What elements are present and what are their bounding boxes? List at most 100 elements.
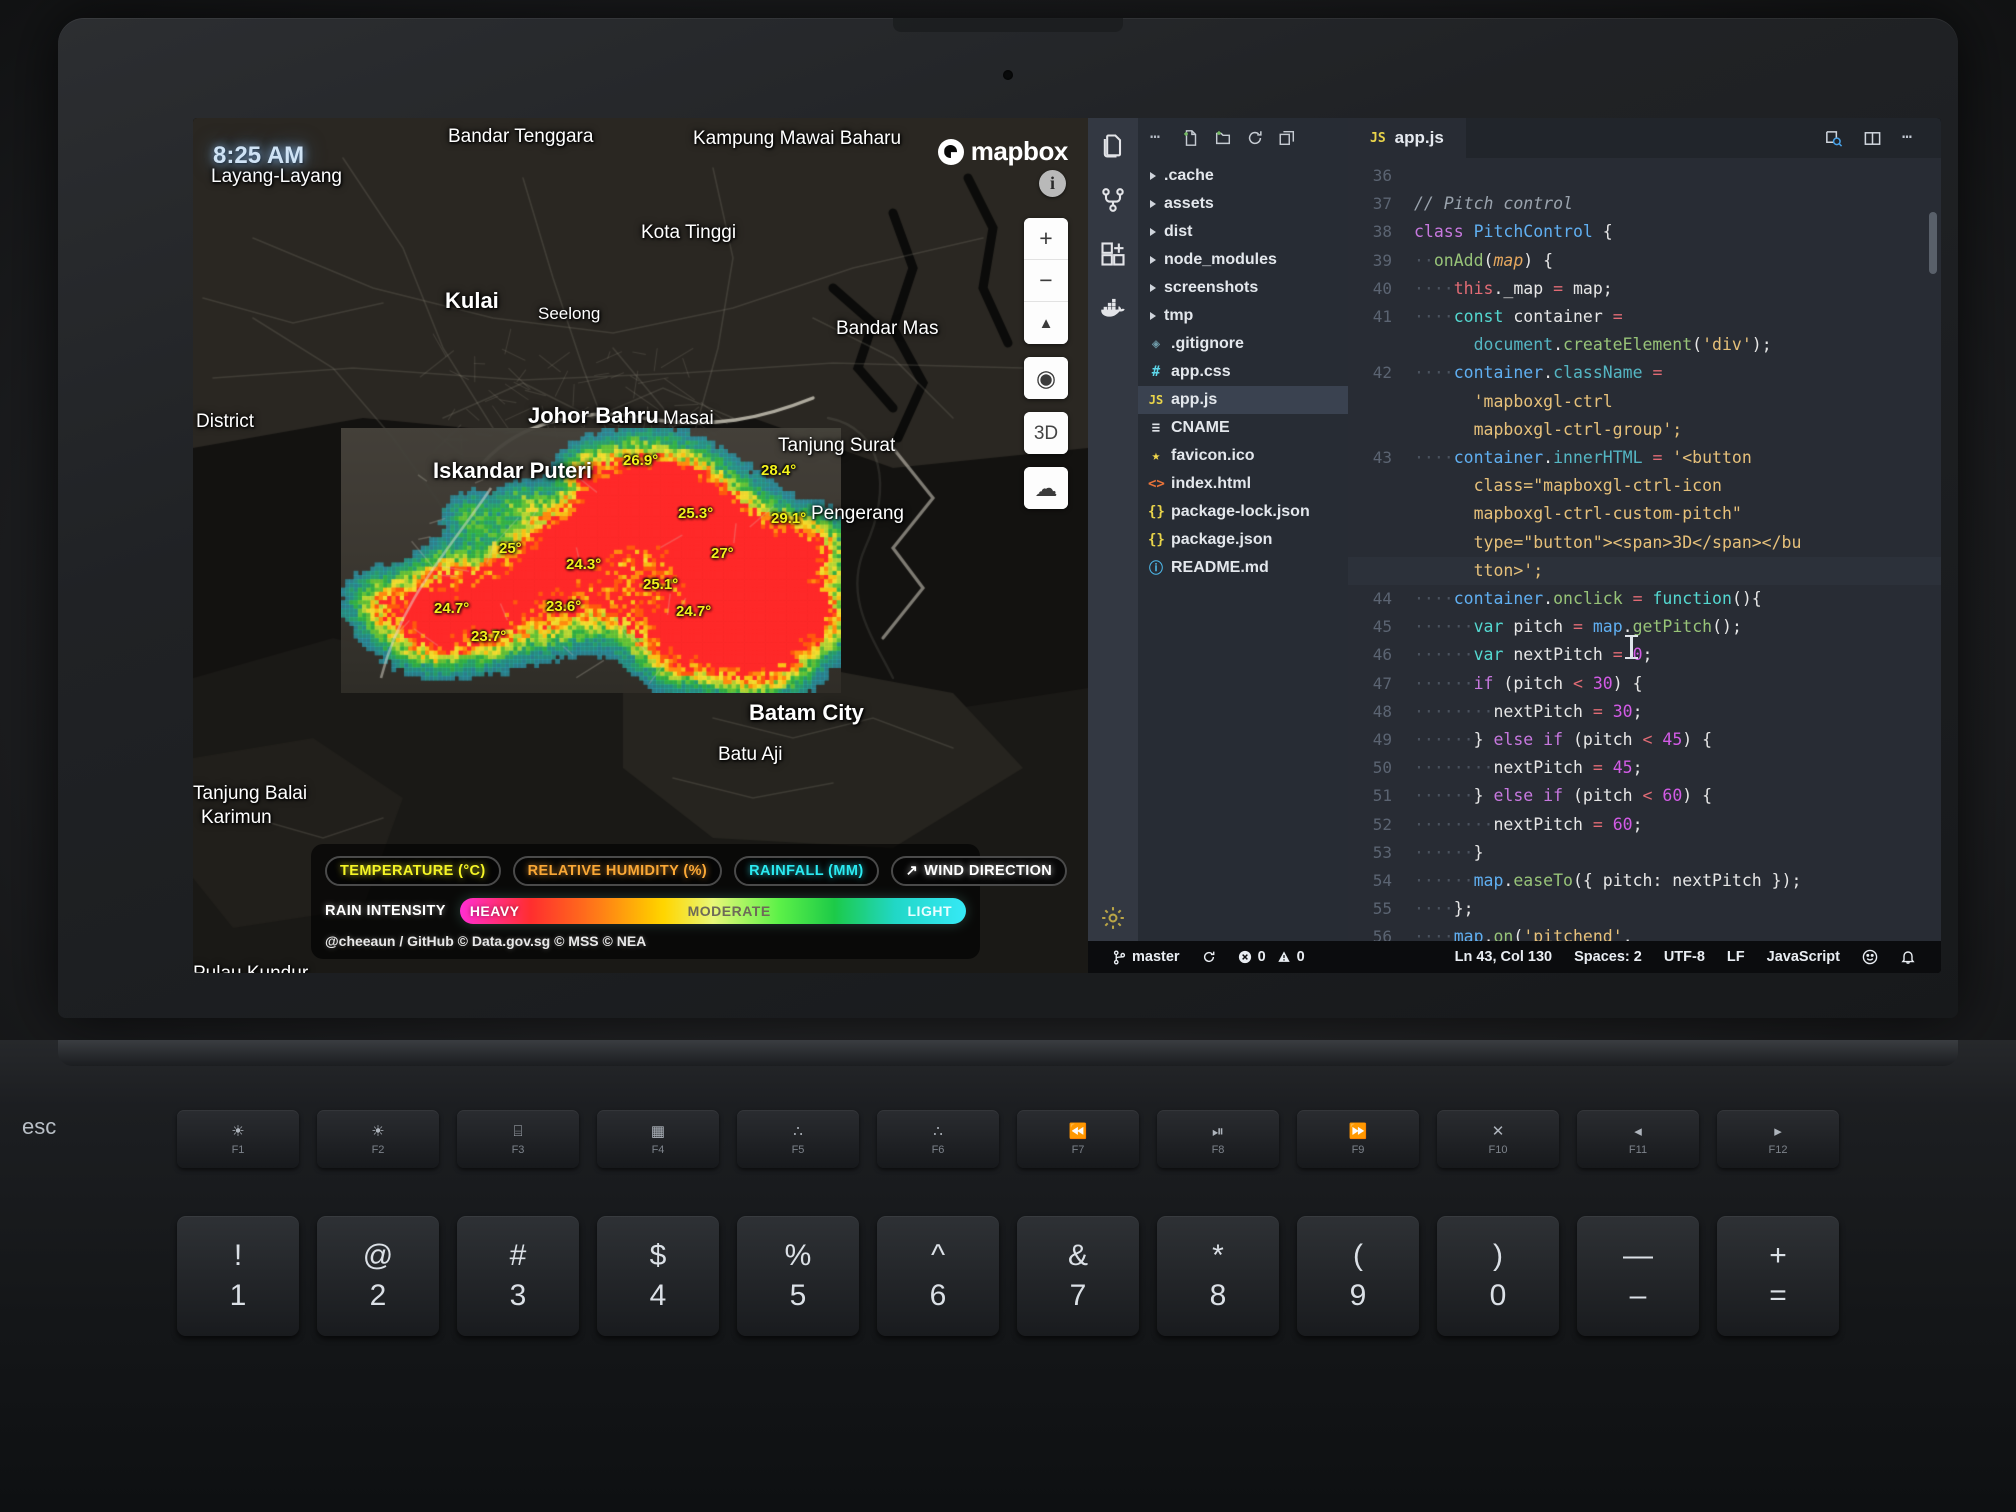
zoom-in-button[interactable]: +	[1024, 218, 1068, 260]
map-controls[interactable]: + − ▲ ◉ 3D ☁	[1024, 218, 1068, 522]
tree-item-cname[interactable]: ≡CNAME	[1138, 414, 1348, 442]
weather-control-group[interactable]: ☁	[1024, 467, 1068, 509]
tree-item-readme-md[interactable]: ⓘREADME.md	[1138, 554, 1348, 582]
code-line[interactable]: 54······map.easeTo({ pitch: nextPitch })…	[1348, 867, 1941, 895]
code-line[interactable]: 49······} else if (pitch < 45) {	[1348, 726, 1941, 754]
code-line[interactable]: 38class PitchControl {	[1348, 218, 1941, 246]
legend-chip[interactable]: RAINFALL (MM)	[734, 856, 878, 886]
tree-item-assets[interactable]: assets	[1138, 190, 1348, 218]
code-line[interactable]: 36	[1348, 162, 1941, 190]
key-f5[interactable]: ∴F5	[737, 1110, 859, 1168]
geolocate-icon[interactable]: ◉	[1024, 357, 1068, 399]
code-line[interactable]: 43····container.innerHTML = '<button	[1348, 444, 1941, 472]
status-language-mode[interactable]: JavaScript	[1756, 949, 1851, 965]
extensions-icon[interactable]	[1099, 240, 1127, 268]
editor-tab-bar[interactable]: JS app.js	[1348, 118, 1941, 158]
pitch-3d-button[interactable]: 3D	[1024, 412, 1068, 454]
tree-item--cache[interactable]: .cache	[1138, 162, 1348, 190]
key-f2[interactable]: ☀F2	[317, 1110, 439, 1168]
new-file-icon[interactable]	[1182, 129, 1200, 147]
status-branch[interactable]: master	[1102, 949, 1191, 965]
smiley-icon[interactable]	[1851, 949, 1889, 965]
code-line[interactable]: 39··onAdd(map) {	[1348, 247, 1941, 275]
code-line[interactable]: class="mapboxgl-ctrl-icon	[1348, 472, 1941, 500]
code-line[interactable]: tton>';	[1348, 557, 1941, 585]
info-icon[interactable]: i	[1039, 170, 1066, 197]
code-line[interactable]: 51······} else if (pitch < 60) {	[1348, 782, 1941, 810]
code-lines[interactable]: 3637// Pitch control38class PitchControl…	[1348, 162, 1941, 941]
bell-icon[interactable]	[1889, 949, 1927, 965]
key-6[interactable]: ^6	[877, 1216, 999, 1336]
legend-chip[interactable]: TEMPERATURE (°C)	[325, 856, 501, 886]
tree-item-app-js[interactable]: JSapp.js	[1138, 386, 1348, 414]
key-f12[interactable]: ▸F12	[1717, 1110, 1839, 1168]
code-scroll-area[interactable]: 3637// Pitch control38class PitchControl…	[1348, 158, 1941, 941]
split-editor-icon[interactable]	[1863, 129, 1882, 148]
geolocate-control-group[interactable]: ◉	[1024, 357, 1068, 399]
function-key-row[interactable]: ☀F1☀F2⌸F3▦F4∴F5∴F6⏪F7⏯F8⏩F9✕F10◂F11▸F12	[0, 1110, 2016, 1168]
key-9[interactable]: (9	[1297, 1216, 1419, 1336]
status-bar[interactable]: master	[1088, 941, 1941, 973]
editor-scrollbar-thumb[interactable]	[1929, 212, 1937, 274]
code-line[interactable]: type="button"><span>3D</span></bu	[1348, 529, 1941, 557]
key-f7[interactable]: ⏪F7	[1017, 1110, 1139, 1168]
key-=[interactable]: +=	[1717, 1216, 1839, 1336]
status-bar-left[interactable]: master	[1102, 949, 1316, 965]
status-errors[interactable]: 0 0	[1227, 949, 1316, 965]
activity-bar[interactable]	[1088, 118, 1138, 941]
code-line[interactable]: 48········nextPitch = 30;	[1348, 698, 1941, 726]
key-f3[interactable]: ⌸F3	[457, 1110, 579, 1168]
status-cursor-position[interactable]: Ln 43, Col 130	[1444, 949, 1564, 965]
tree-item-package-lock-json[interactable]: {}package-lock.json	[1138, 498, 1348, 526]
tree-item-node-modules[interactable]: node_modules	[1138, 246, 1348, 274]
code-line[interactable]: 45······var pitch = map.getPitch();	[1348, 613, 1941, 641]
code-area[interactable]: JS app.js	[1348, 118, 1941, 941]
key-2[interactable]: @2	[317, 1216, 439, 1336]
status-encoding[interactable]: UTF-8	[1653, 949, 1716, 965]
open-preview-icon[interactable]	[1824, 129, 1843, 148]
tab-app-js[interactable]: JS app.js	[1348, 118, 1466, 158]
compass-icon[interactable]: ▲	[1024, 302, 1068, 344]
docker-icon[interactable]	[1099, 294, 1127, 322]
tab-actions[interactable]: ⋯	[1824, 118, 1941, 158]
key-f4[interactable]: ▦F4	[597, 1110, 719, 1168]
collapse-all-icon[interactable]	[1278, 129, 1296, 147]
number-key-row[interactable]: !1@2#3$4%5^6&7*8(9)0—–+=	[0, 1216, 2016, 1336]
key-f11[interactable]: ◂F11	[1577, 1110, 1699, 1168]
code-line[interactable]: 56····map.on('pitchend',	[1348, 923, 1941, 941]
key-7[interactable]: &7	[1017, 1216, 1139, 1336]
explorer-toolbar[interactable]: ⋯	[1138, 118, 1348, 158]
tree-item-app-css[interactable]: #app.css	[1138, 358, 1348, 386]
code-editor-window[interactable]: ⋯	[1088, 118, 1941, 973]
file-explorer-sidebar[interactable]: ⋯	[1138, 118, 1348, 941]
tree-item-package-json[interactable]: {}package.json	[1138, 526, 1348, 554]
key-f8[interactable]: ⏯F8	[1157, 1110, 1279, 1168]
key-f10[interactable]: ✕F10	[1437, 1110, 1559, 1168]
map-application[interactable]: Bandar TenggaraKampung Mawai BaharuLayan…	[193, 118, 1088, 973]
code-line[interactable]: 55····};	[1348, 895, 1941, 923]
settings-gear-icon[interactable]	[1100, 905, 1126, 931]
refresh-icon[interactable]	[1246, 129, 1264, 147]
code-line[interactable]: 42····container.className =	[1348, 359, 1941, 387]
code-line[interactable]: 47······if (pitch < 30) {	[1348, 670, 1941, 698]
code-line[interactable]: 44····container.onclick = function(){	[1348, 585, 1941, 613]
zoom-out-button[interactable]: −	[1024, 260, 1068, 302]
tree-item--gitignore[interactable]: ◈.gitignore	[1138, 330, 1348, 358]
key-f1[interactable]: ☀F1	[177, 1110, 299, 1168]
source-control-icon[interactable]	[1099, 186, 1127, 214]
file-tree[interactable]: .cacheassetsdistnode_modulesscreenshotst…	[1138, 158, 1348, 582]
tree-item-screenshots[interactable]: screenshots	[1138, 274, 1348, 302]
code-line[interactable]: 41····const container =	[1348, 303, 1941, 331]
code-line[interactable]: 40····this._map = map;	[1348, 275, 1941, 303]
more-actions-icon[interactable]: ⋯	[1902, 129, 1921, 148]
tree-item-dist[interactable]: dist	[1138, 218, 1348, 246]
key-f9[interactable]: ⏩F9	[1297, 1110, 1419, 1168]
code-line[interactable]: 'mapboxgl-ctrl	[1348, 388, 1941, 416]
code-line[interactable]: mapboxgl-ctrl-custom-pitch"	[1348, 500, 1941, 528]
tree-item-tmp[interactable]: tmp	[1138, 302, 1348, 330]
legend-chip[interactable]: ↗WIND DIRECTION	[891, 856, 1068, 886]
key-5[interactable]: %5	[737, 1216, 859, 1336]
code-line[interactable]: 46······var nextPitch = 0;	[1348, 641, 1941, 669]
key-4[interactable]: $4	[597, 1216, 719, 1336]
pitch-control-group[interactable]: 3D	[1024, 412, 1068, 454]
